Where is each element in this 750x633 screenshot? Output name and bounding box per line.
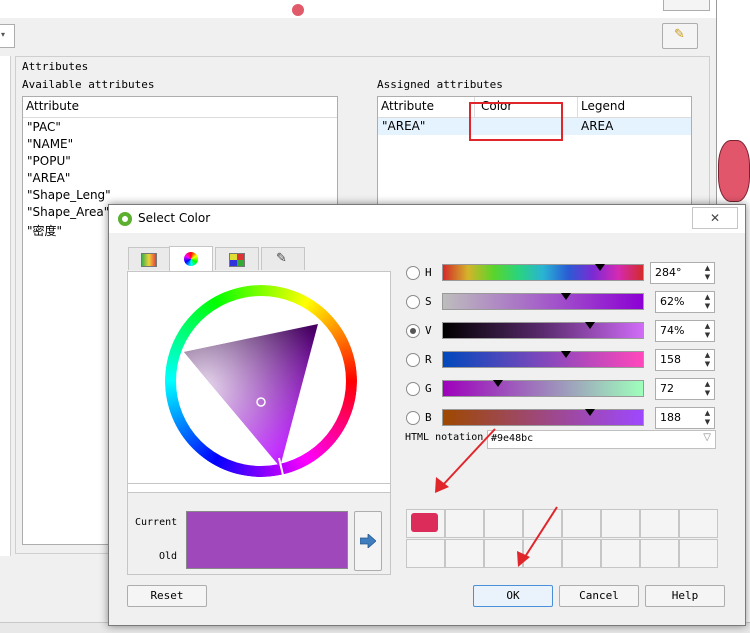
map-feature-dot bbox=[292, 4, 304, 16]
row-attribute: "AREA" bbox=[382, 119, 426, 133]
legend-column-header[interactable]: Legend bbox=[581, 99, 625, 113]
list-item[interactable]: "POPU" bbox=[27, 154, 71, 168]
annotation-arrows bbox=[435, 428, 558, 567]
render-type-combo[interactable]: ▾ bbox=[0, 24, 15, 48]
list-item[interactable]: "PAC" bbox=[27, 120, 61, 134]
clear-button[interactable]: ✎ bbox=[662, 23, 698, 49]
left-panel-strip bbox=[0, 56, 11, 556]
map-feature bbox=[718, 140, 750, 202]
annotation-arrow bbox=[522, 506, 558, 561]
available-attributes-label: Available attributes bbox=[22, 78, 155, 91]
attribute-column-header[interactable]: Attribute bbox=[381, 99, 434, 113]
column-divider bbox=[577, 97, 578, 117]
brush-icon: ✎ bbox=[674, 27, 685, 42]
assigned-attributes-label: Assigned attributes bbox=[377, 78, 503, 91]
highlight-box bbox=[469, 102, 563, 141]
row-legend: AREA bbox=[581, 119, 614, 133]
list-item[interactable]: "NAME" bbox=[27, 137, 73, 151]
select-color-dialog: Select Color ✕ ✎ H 284° ▲ ▼ S 62% ▲ ▼ V … bbox=[108, 204, 746, 626]
list-item[interactable]: "AREA" bbox=[27, 171, 70, 185]
available-list-header: Attribute bbox=[23, 97, 337, 118]
window-top-strip bbox=[0, 0, 716, 18]
annotation-arrow bbox=[441, 428, 496, 487]
list-item[interactable]: "密度" bbox=[27, 222, 62, 239]
list-item[interactable]: "Shape_Area" bbox=[27, 205, 109, 219]
attribute-column-header[interactable]: Attribute bbox=[26, 99, 79, 113]
window-close-button[interactable] bbox=[663, 0, 710, 11]
attributes-group-title: Attributes bbox=[22, 60, 89, 73]
list-item[interactable]: "Shape_Leng" bbox=[27, 188, 111, 202]
